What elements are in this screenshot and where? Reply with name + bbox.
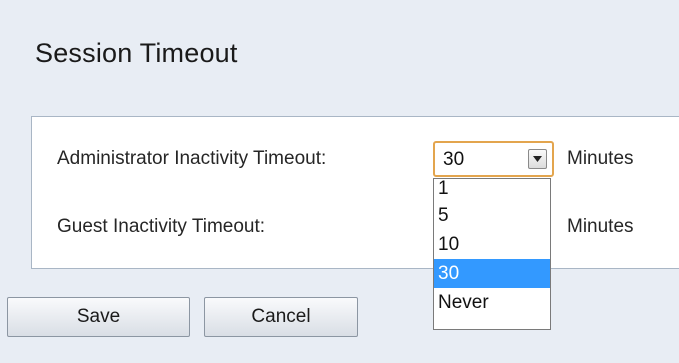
dropdown-option-never[interactable]: Never	[434, 288, 550, 317]
admin-timeout-unit: Minutes	[567, 148, 634, 169]
cancel-button[interactable]: Cancel	[204, 297, 358, 337]
guest-timeout-label: Guest Inactivity Timeout:	[57, 216, 266, 237]
settings-panel	[31, 116, 679, 269]
dropdown-option-1[interactable]: 1	[434, 179, 550, 201]
guest-timeout-unit: Minutes	[567, 216, 634, 237]
dropdown-option-30[interactable]: 30	[434, 259, 550, 288]
dropdown-option-5[interactable]: 5	[434, 201, 550, 230]
admin-timeout-dropdown-list: 1 5 10 30 Never	[433, 178, 551, 330]
save-button[interactable]: Save	[7, 297, 190, 337]
admin-timeout-label: Administrator Inactivity Timeout:	[57, 148, 327, 169]
chevron-down-icon[interactable]	[528, 149, 547, 169]
admin-timeout-select[interactable]: 30	[433, 141, 554, 177]
page-title: Session Timeout	[35, 38, 238, 68]
dropdown-option-10[interactable]: 10	[434, 230, 550, 259]
admin-timeout-value: 30	[443, 149, 465, 170]
